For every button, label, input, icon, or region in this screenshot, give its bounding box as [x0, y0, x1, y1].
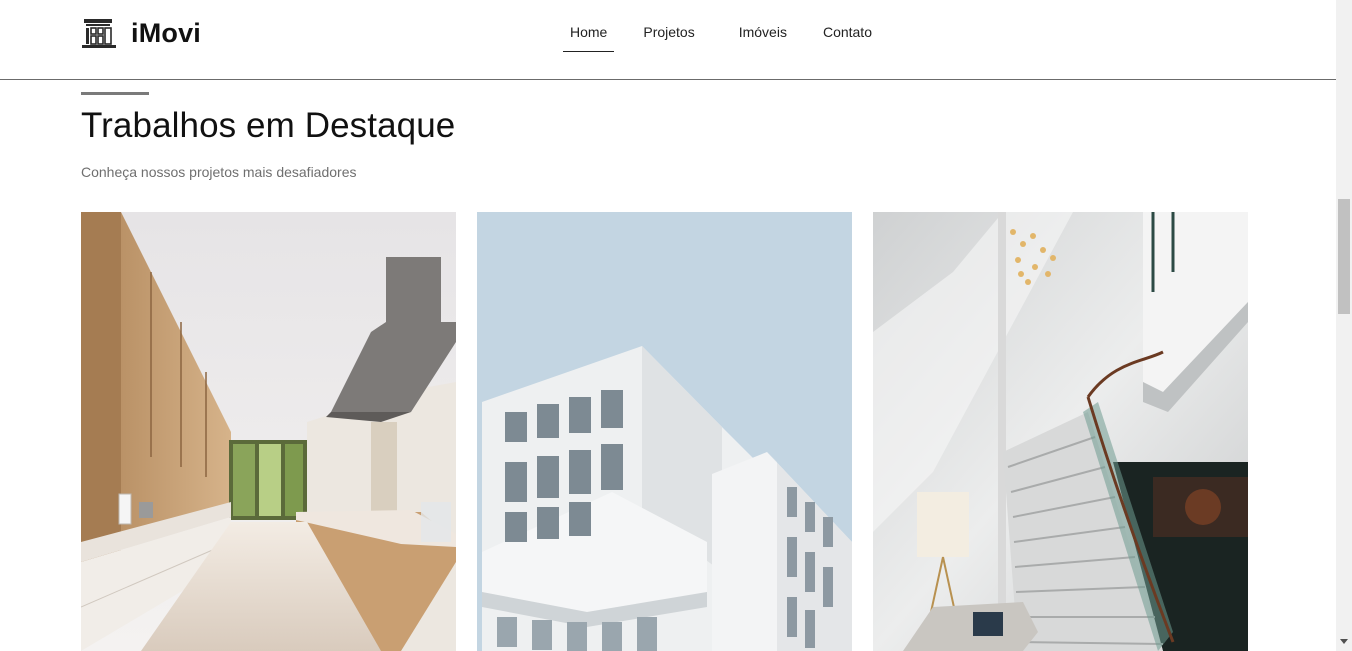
building-logo-icon	[82, 19, 116, 48]
nav-item-home[interactable]: Home	[563, 0, 615, 52]
scroll-down-arrow-icon[interactable]	[1340, 639, 1348, 644]
section-title: Trabalhos em Destaque	[81, 106, 456, 145]
page: iMovi Home Projetos Imóveis Contato Trab…	[0, 0, 1352, 651]
brand-link[interactable]: iMovi	[81, 16, 201, 50]
nav-item-imoveis[interactable]: Imóveis	[739, 0, 787, 52]
project-card-staircase[interactable]	[873, 212, 1248, 651]
nav-item-contato[interactable]: Contato	[823, 0, 872, 52]
white-modern-building-photo	[477, 212, 852, 651]
kitchen-interior-photo	[81, 212, 456, 651]
nav-item-projetos[interactable]: Projetos	[643, 0, 694, 52]
staircase-lobby-photo	[873, 212, 1248, 651]
project-card-kitchen[interactable]	[81, 212, 456, 651]
page-scrollbar[interactable]	[1336, 0, 1352, 651]
project-card-building[interactable]	[477, 212, 852, 651]
main-nav: Home Projetos Imóveis Contato	[563, 0, 872, 80]
navbar: iMovi Home Projetos Imóveis Contato	[0, 0, 1336, 80]
section-subtitle: Conheça nossos projetos mais desafiadore…	[81, 164, 357, 180]
scrollbar-thumb[interactable]	[1338, 199, 1350, 314]
section-accent-bar	[81, 92, 149, 95]
brand-name: iMovi	[131, 17, 202, 48]
